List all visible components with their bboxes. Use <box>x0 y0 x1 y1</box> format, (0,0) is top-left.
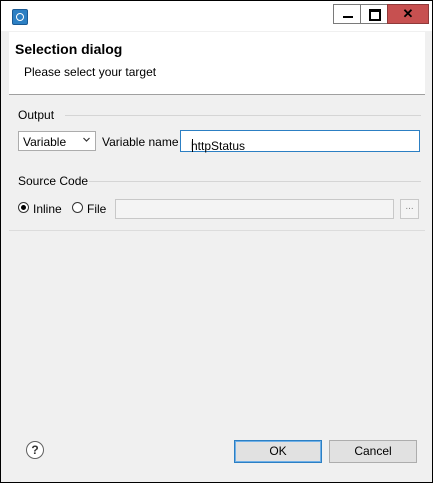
file-path-input <box>115 199 394 219</box>
title-bar: ✕ <box>1 1 432 31</box>
app-icon <box>12 9 28 25</box>
close-button[interactable]: ✕ <box>387 4 429 24</box>
file-radio-label[interactable]: File <box>87 202 106 216</box>
dialog-title: Selection dialog <box>15 41 123 57</box>
inline-radio[interactable] <box>18 202 29 213</box>
source-group-label: Source Code <box>18 174 89 188</box>
text-caret <box>192 139 193 152</box>
help-icon[interactable]: ? <box>26 441 44 459</box>
dialog-header: Selection dialog Please select your targ… <box>9 32 425 94</box>
output-type-value: Variable <box>23 135 67 149</box>
header-separator <box>9 94 425 95</box>
maximize-icon <box>369 9 381 21</box>
ok-button[interactable]: OK <box>234 440 322 463</box>
variable-name-value: httpStatus <box>191 139 246 153</box>
minimize-icon <box>343 16 353 18</box>
output-group-label: Output <box>18 108 55 122</box>
maximize-button[interactable] <box>360 4 388 24</box>
close-icon: ✕ <box>402 6 414 21</box>
variable-name-input[interactable]: httpStatus <box>180 130 420 153</box>
content-bottom-separator <box>9 230 425 231</box>
dialog-window: ✕ Selection dialog Please select your ta… <box>0 0 433 483</box>
minimize-button[interactable] <box>333 4 361 24</box>
variable-name-label: Variable name <box>102 135 179 149</box>
cancel-button[interactable]: Cancel <box>329 440 417 463</box>
output-type-select[interactable]: Variable <box>18 131 96 151</box>
chevron-down-icon <box>83 137 90 142</box>
source-group-line <box>89 181 421 182</box>
dialog-subtitle: Please select your target <box>24 65 157 79</box>
file-radio[interactable] <box>72 202 83 213</box>
output-group-line <box>65 115 421 116</box>
inline-radio-label[interactable]: Inline <box>33 202 62 216</box>
browse-button: ... <box>400 199 419 219</box>
